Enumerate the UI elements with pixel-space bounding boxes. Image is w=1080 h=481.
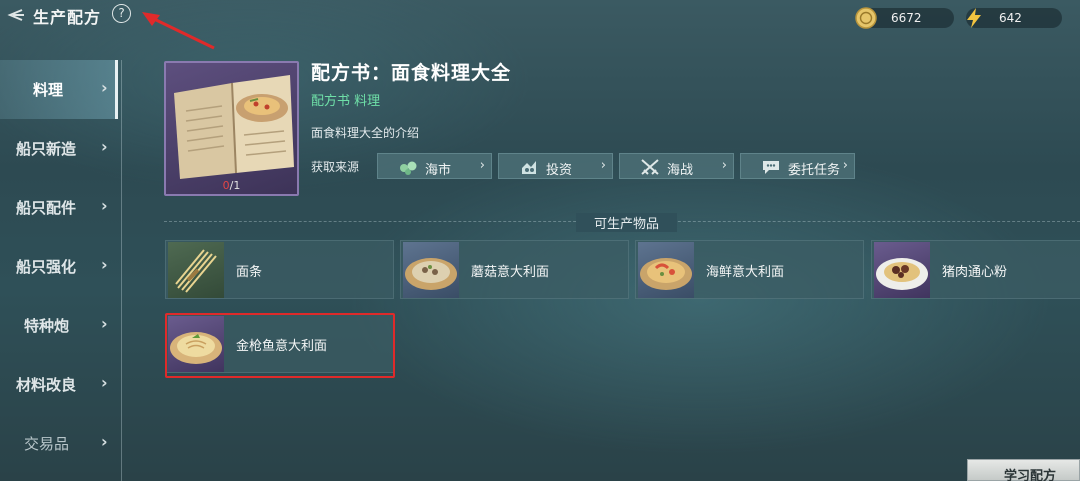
gold-currency: 6672 [855, 7, 954, 29]
learn-recipe-button[interactable]: 学习配方 [967, 459, 1080, 481]
back-arrow-icon[interactable] [4, 4, 26, 26]
energy-currency: 642 [966, 8, 1062, 28]
sidebar-item-label: 材料改良 [16, 376, 77, 394]
sidebar-item-label: 料理 [33, 81, 64, 99]
source-label: 获取来源 [311, 160, 360, 174]
recipe-count-total: /1 [229, 179, 241, 192]
recipe-count-current: 0 [222, 179, 230, 192]
product-item[interactable]: 面条 [165, 240, 394, 299]
chevron-right-icon: › [101, 432, 108, 451]
recipe-count: 0/1 [166, 179, 297, 192]
pork-macaroni-icon [874, 242, 930, 298]
product-item[interactable]: 猪肉通心粉 [871, 240, 1080, 299]
chevron-right-icon: › [101, 314, 108, 333]
sidebar-item-label: 特种炮 [24, 317, 70, 335]
chevron-right-icon: › [101, 373, 108, 392]
sidebar: 料理 › 船只新造 › 船只配件 › 船只强化 › 特种炮 › 材料改良 › 交… [0, 60, 122, 481]
market-icon [400, 161, 417, 175]
chevron-right-icon: › [479, 158, 485, 173]
source-label-text: 委托任务 [788, 163, 841, 178]
sidebar-item-label: 船只配件 [16, 199, 77, 217]
annotation-highlight-box [165, 313, 395, 378]
sidebar-item-label: 船只强化 [16, 258, 77, 276]
product-name: 猪肉通心粉 [942, 265, 1008, 280]
sidebar-item-ship-build[interactable]: 船只新造 › [0, 119, 118, 178]
product-name: 面条 [236, 265, 263, 280]
chevron-right-icon: › [721, 158, 727, 173]
sidebar-item-ship-parts[interactable]: 船只配件 › [0, 178, 118, 237]
noodles-icon [168, 242, 224, 298]
recipe-title: 配方书：面食料理大全 [311, 62, 512, 84]
product-name: 海鲜意大利面 [706, 265, 785, 280]
source-label-text: 投资 [546, 163, 573, 178]
sidebar-item-material-improve[interactable]: 材料改良 › [0, 355, 118, 414]
source-market-button[interactable]: 海市 › [377, 153, 492, 179]
investment-icon [522, 161, 536, 174]
mushroom-pasta-icon [403, 242, 459, 298]
recipe-book-icon [174, 75, 294, 179]
chevron-right-icon: › [600, 158, 606, 173]
sidebar-item-ship-enhance[interactable]: 船只强化 › [0, 237, 118, 296]
gold-amount: 6672 [891, 11, 922, 25]
recipe-tags: 配方书 料理 [311, 94, 381, 109]
gold-coin-icon [855, 7, 877, 29]
source-label-text: 海战 [667, 163, 694, 178]
chevron-right-icon: › [101, 78, 108, 97]
product-name: 蘑菇意大利面 [471, 265, 550, 280]
source-investment-button[interactable]: 投资 › [498, 153, 613, 179]
sidebar-item-special-cannon[interactable]: 特种炮 › [0, 296, 118, 355]
sidebar-item-trade-goods[interactable]: 交易品 › [0, 414, 118, 473]
chevron-right-icon: › [101, 137, 108, 156]
sidebar-divider [121, 60, 122, 481]
recipe-description: 面食料理大全的介绍 [311, 126, 420, 140]
annotation-arrow-icon [142, 12, 215, 50]
sidebar-item-label: 船只新造 [16, 140, 77, 158]
recipe-book-card[interactable]: 0/1 [164, 61, 299, 196]
sidebar-item-cooking[interactable]: 料理 › [0, 60, 118, 119]
top-bar: 生产配方 ? 6672 642 [0, 0, 1080, 50]
source-naval-battle-button[interactable]: 海战 › [619, 153, 734, 179]
chevron-right-icon: › [842, 158, 848, 173]
seafood-pasta-icon [638, 242, 694, 298]
crossed-swords-icon [641, 159, 659, 175]
energy-amount: 642 [999, 11, 1022, 25]
source-label-text: 海市 [425, 163, 452, 178]
product-item[interactable]: 海鲜意大利面 [635, 240, 864, 299]
section-title: 可生产物品 [576, 213, 678, 232]
product-item[interactable]: 蘑菇意大利面 [400, 240, 629, 299]
help-icon[interactable]: ? [112, 4, 131, 23]
chevron-right-icon: › [101, 255, 108, 274]
source-commission-button[interactable]: 委托任务 › [740, 153, 855, 179]
lightning-icon [967, 8, 981, 28]
chevron-right-icon: › [101, 196, 108, 215]
chat-bubble-icon [763, 161, 779, 174]
sidebar-item-label: 交易品 [24, 435, 70, 453]
page-title: 生产配方 [33, 8, 102, 27]
learn-recipe-label: 学习配方 [1004, 469, 1057, 481]
